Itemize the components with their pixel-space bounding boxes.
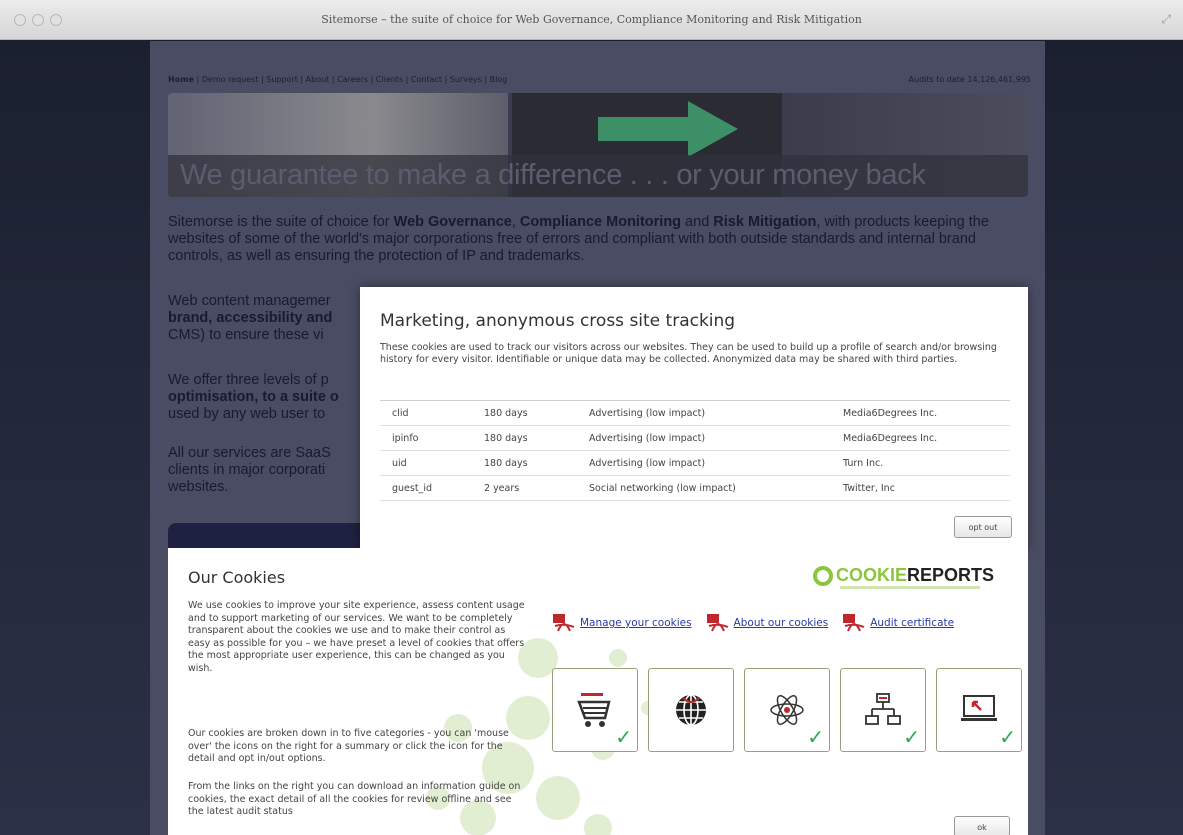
intro-text-2: ,: [511, 214, 520, 230]
cookie-table: clid 180 days Advertising (low impact) M…: [380, 400, 1010, 501]
cookie-links: Manage your cookies About our cookies Au…: [552, 613, 954, 633]
popup-description: These cookies are used to track our visi…: [380, 342, 997, 365]
table-row: clid 180 days Advertising (low impact) M…: [380, 400, 1010, 426]
enabled-check-icon: ✓: [903, 725, 920, 749]
cookie-expiry: 2 years: [472, 475, 577, 501]
window-titlebar: Sitemorse – the suite of choice for Web …: [0, 0, 1183, 40]
cookie-name: uid: [380, 450, 472, 476]
logo-word-cookie: COOKIE: [836, 565, 908, 585]
our-cookies-panel: Our Cookies We use cookies to improve yo…: [168, 548, 1028, 835]
nav-careers[interactable]: Careers: [337, 75, 368, 84]
table-row: uid 180 days Advertising (low impact) Tu…: [380, 450, 1010, 476]
intro-bold-1: Web Governance: [393, 214, 512, 230]
cookie-provider: Turn Inc.: [831, 450, 1010, 476]
enabled-check-icon: ✓: [615, 725, 632, 749]
table-row: ipinfo 180 days Advertising (low impact)…: [380, 425, 1010, 451]
cookie-expiry: 180 days: [472, 450, 577, 476]
saas-line-2: clients in major corporati: [168, 462, 326, 478]
cookie-provider: Twitter, Inc: [831, 475, 1010, 501]
cms-paragraph: Web content managemer brand, accessibili…: [168, 293, 358, 344]
nav-home[interactable]: Home: [168, 75, 194, 84]
logo-word-reports: REPORTS: [907, 565, 995, 585]
nav-blog[interactable]: Blog: [490, 75, 508, 84]
atom-icon: [770, 695, 804, 725]
cookie-provider: Media6Degrees Inc.: [831, 425, 1010, 451]
tile-marketing[interactable]: [648, 668, 734, 752]
tile-ecommerce[interactable]: ✓: [552, 668, 638, 752]
logo-tagline-bar: [840, 586, 980, 589]
computer-screen-icon: [961, 695, 997, 721]
tile-strictly-necessary[interactable]: ✓: [936, 668, 1022, 752]
top-nav: Home | Demo request | Support | About | …: [168, 75, 508, 84]
cookie-category: Advertising (low impact): [577, 400, 831, 426]
about-cookies-label[interactable]: About our cookies: [734, 617, 829, 629]
hero-slogan: We guarantee to make a difference . . . …: [180, 159, 926, 191]
services-line-2: optimisation, to a suite o: [168, 389, 339, 405]
tile-functionality[interactable]: ✓: [840, 668, 926, 752]
network-icon: [865, 693, 901, 725]
shopping-cart-icon: [577, 693, 611, 727]
opt-out-button[interactable]: opt out: [954, 516, 1012, 538]
cookies-intro-text: We use cookies to improve your site expe…: [188, 600, 525, 674]
green-arrow-icon: [598, 101, 738, 157]
cms-line-3: CMS) to ensure these vi: [168, 327, 324, 343]
nav-contact[interactable]: Contact: [411, 75, 442, 84]
intro-text-1: Sitemorse is the suite of choice for: [168, 214, 394, 230]
marketing-cookie-popup: Marketing, anonymous cross site tracking…: [360, 287, 1028, 549]
cookiereports-logo: COOKIE REPORTS: [813, 565, 994, 586]
globe-icon: [676, 694, 706, 726]
cms-line-1: Web content managemer: [168, 293, 331, 309]
saas-line-1: All our services are SaaS: [168, 445, 331, 461]
cookie-category: Advertising (low impact): [577, 450, 831, 476]
pdf-icon: [553, 614, 575, 632]
hero-banner: We guarantee to make a difference . . . …: [168, 93, 1028, 197]
popup-title: Marketing, anonymous cross site tracking: [380, 311, 736, 331]
cookies-download-text: From the links on the right you can down…: [188, 781, 521, 817]
audit-counter: Audits to date 14,126,461,995: [908, 75, 1031, 84]
cookie-expiry: 180 days: [472, 400, 577, 426]
table-row: guest_id 2 years Social networking (low …: [380, 475, 1010, 501]
services-paragraph: We offer three levels of p optimisation,…: [168, 372, 358, 423]
pdf-icon: [843, 614, 865, 632]
audit-certificate-link[interactable]: Audit certificate: [842, 613, 954, 633]
nav-surveys[interactable]: Surveys: [450, 75, 482, 84]
cookies-title: Our Cookies: [188, 568, 286, 587]
tile-analytics[interactable]: ✓: [744, 668, 830, 752]
nav-clients[interactable]: Clients: [376, 75, 403, 84]
about-cookies-link[interactable]: About our cookies: [706, 613, 829, 633]
nav-demo-request[interactable]: Demo request: [202, 75, 259, 84]
audit-certificate-label[interactable]: Audit certificate: [870, 617, 954, 629]
saas-line-3: websites.: [168, 479, 229, 495]
cookie-category-tiles: ✓ ✓ ✓ ✓: [552, 668, 1022, 752]
intro-bold-2: Compliance Monitoring: [519, 214, 682, 230]
cms-line-2: brand, accessibility and: [168, 310, 333, 326]
services-line-3: used by any web user to: [168, 406, 326, 422]
enabled-check-icon: ✓: [807, 725, 824, 749]
intro-paragraph: Sitemorse is the suite of choice for Web…: [168, 214, 1028, 265]
ok-button[interactable]: ok: [954, 816, 1010, 835]
pdf-icon: [706, 614, 728, 632]
intro-text-3: and: [681, 214, 714, 230]
manage-cookies-link[interactable]: Manage your cookies: [552, 613, 692, 633]
cookie-name: guest_id: [380, 475, 472, 501]
window-title: Sitemorse – the suite of choice for Web …: [321, 13, 862, 26]
fullscreen-icon[interactable]: ⤢: [1161, 12, 1171, 27]
services-line-1: We offer three levels of p: [168, 372, 329, 388]
nav-support[interactable]: Support: [266, 75, 298, 84]
cookie-name: ipinfo: [380, 425, 472, 451]
cookie-name: clid: [380, 400, 472, 426]
cookies-categories-text: Our cookies are broken down in to five c…: [188, 728, 509, 764]
enabled-check-icon: ✓: [999, 725, 1016, 749]
intro-bold-3: Risk Mitigation: [713, 214, 817, 230]
nav-about[interactable]: About: [306, 75, 330, 84]
cookie-provider: Media6Degrees Inc.: [831, 400, 1010, 426]
cookiereports-logo-ring-icon: [813, 565, 833, 586]
cookie-expiry: 180 days: [472, 425, 577, 451]
manage-cookies-label[interactable]: Manage your cookies: [580, 617, 692, 629]
cookie-category: Advertising (low impact): [577, 425, 831, 451]
cookie-category: Social networking (low impact): [577, 475, 831, 501]
saas-paragraph: All our services are SaaS clients in maj…: [168, 445, 358, 496]
